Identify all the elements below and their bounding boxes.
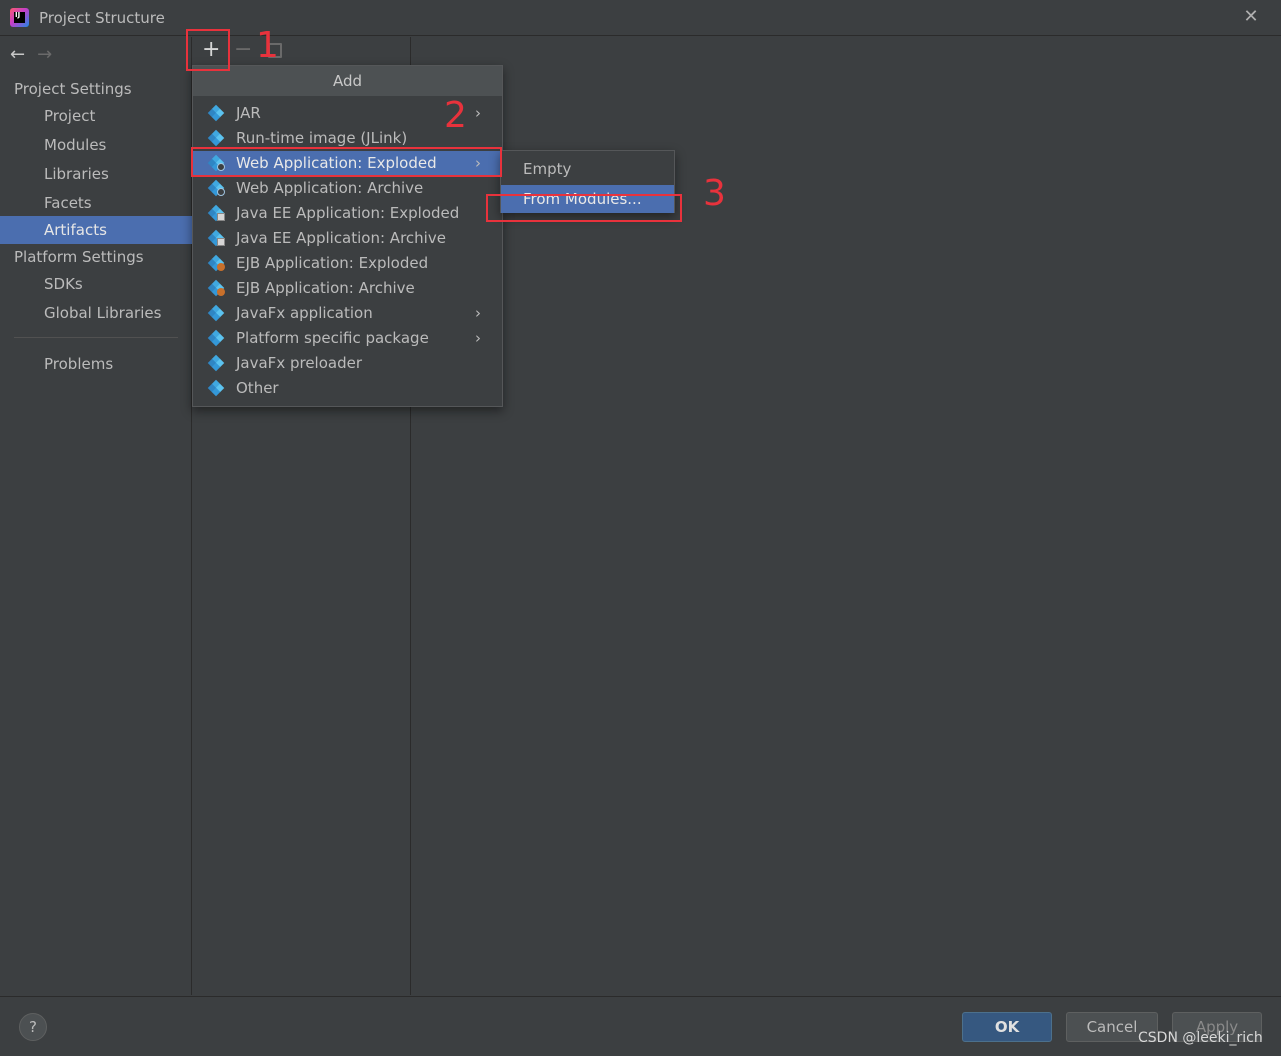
annotation-number-2: 2	[444, 95, 467, 136]
sidebar-item-facets[interactable]: Facets	[0, 189, 192, 217]
sidebar-item-libraries[interactable]: Libraries	[0, 160, 192, 188]
menu-item-platform-package[interactable]: Platform specific package ›	[193, 326, 502, 351]
sidebar-item-sdks[interactable]: SDKs	[0, 270, 192, 298]
jlink-icon	[207, 129, 225, 147]
sidebar-item-problems[interactable]: Problems	[0, 350, 192, 378]
web-app-icon	[207, 179, 225, 197]
javaee-icon	[207, 204, 225, 222]
menu-item-ejb-archive[interactable]: EJB Application: Archive	[193, 276, 502, 301]
package-icon	[207, 329, 225, 347]
sidebar-item-project[interactable]: Project	[0, 102, 192, 130]
watermark: CSDN @leeki_rich	[1138, 1030, 1263, 1046]
dialog-footer: ? OK Cancel Apply	[0, 996, 1281, 1056]
chevron-right-icon: ›	[475, 329, 481, 347]
intellij-logo-icon: IJ	[10, 8, 29, 27]
section-platform-settings: Platform Settings	[14, 248, 144, 266]
sidebar: ← → Project Settings Project Modules Libr…	[0, 37, 192, 995]
annotation-number-3: 3	[703, 173, 726, 214]
javafx-icon	[207, 304, 225, 322]
help-icon[interactable]: ?	[19, 1013, 47, 1041]
nav-arrows: ← →	[10, 44, 52, 65]
annotation-box-add	[186, 29, 230, 71]
chevron-right-icon: ›	[475, 104, 481, 122]
menu-item-other[interactable]: Other	[193, 376, 502, 401]
menu-item-javaee-archive[interactable]: Java EE Application: Archive	[193, 226, 502, 251]
javaee-icon	[207, 229, 225, 247]
menu-item-ejb-exploded[interactable]: EJB Application: Exploded	[193, 251, 502, 276]
popup-header: Add	[193, 66, 502, 96]
sidebar-item-global-libraries[interactable]: Global Libraries	[0, 299, 192, 327]
sidebar-item-modules[interactable]: Modules	[0, 131, 192, 159]
chevron-right-icon: ›	[475, 304, 481, 322]
forward-arrow-icon[interactable]: →	[37, 44, 52, 65]
menu-item-javafx-preloader[interactable]: JavaFx preloader	[193, 351, 502, 376]
menu-item-web-app-archive[interactable]: Web Application: Archive	[193, 176, 502, 201]
submenu-item-empty[interactable]: Empty	[501, 155, 674, 183]
remove-icon[interactable]: −	[234, 38, 252, 62]
menu-item-javafx-application[interactable]: JavaFx application ›	[193, 301, 502, 326]
menu-item-javaee-exploded[interactable]: Java EE Application: Exploded	[193, 201, 502, 226]
annotation-box-from-modules	[486, 194, 682, 222]
annotation-box-web-app	[191, 147, 502, 177]
jar-icon	[207, 104, 225, 122]
window-title: Project Structure	[39, 9, 165, 27]
annotation-number-1: 1	[256, 25, 279, 66]
ejb-icon	[207, 254, 225, 272]
javafx-icon	[207, 354, 225, 372]
other-icon	[207, 379, 225, 397]
ejb-icon	[207, 279, 225, 297]
ok-button[interactable]: OK	[962, 1012, 1052, 1042]
back-arrow-icon[interactable]: ←	[10, 44, 25, 65]
section-project-settings: Project Settings	[14, 80, 132, 98]
sidebar-divider	[14, 337, 178, 338]
close-icon[interactable]: ✕	[1240, 6, 1262, 28]
sidebar-item-artifacts[interactable]: Artifacts	[0, 216, 192, 244]
